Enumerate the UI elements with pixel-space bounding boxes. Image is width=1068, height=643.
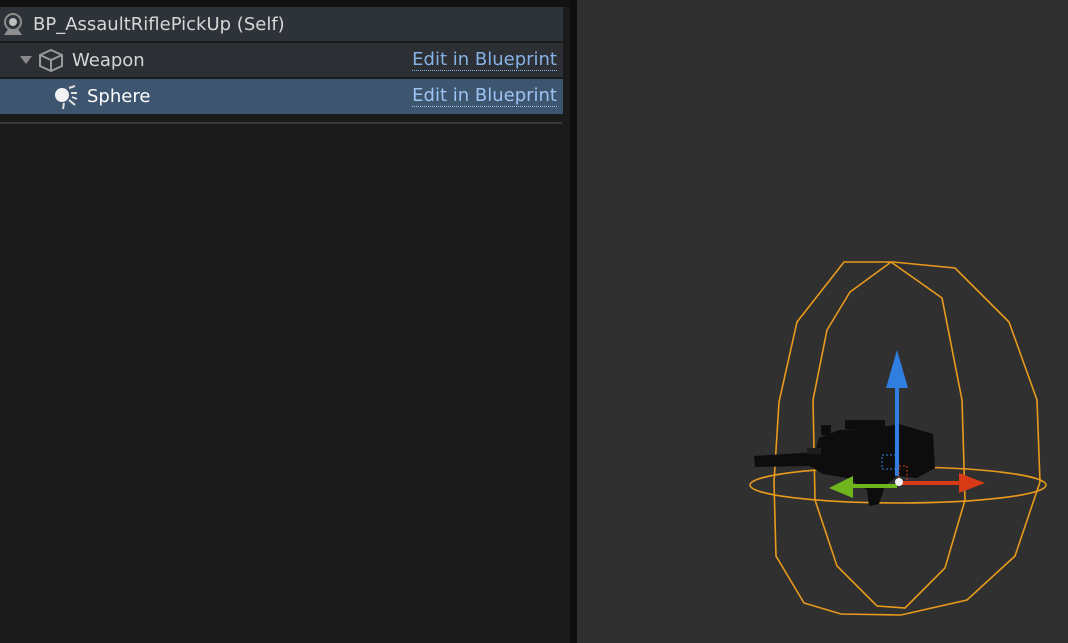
weapon-item-label: Weapon	[72, 49, 145, 71]
self-item-label: BP_AssaultRiflePickUp (Self)	[33, 13, 285, 35]
components-panel: BP_AssaultRiflePickUp (Self) Weapon Edit…	[0, 0, 570, 643]
viewport[interactable]	[577, 0, 1068, 643]
static-mesh-cube-icon	[38, 47, 64, 73]
tree-item-weapon[interactable]: Weapon Edit in Blueprint	[0, 43, 563, 77]
editor-window: BP_AssaultRiflePickUp (Self) Weapon Edit…	[0, 0, 1068, 643]
tree-item-sphere[interactable]: Sphere Edit in Blueprint	[0, 79, 563, 114]
sphere-collision-icon	[52, 84, 78, 110]
panel-top-strip	[0, 0, 570, 7]
actor-icon	[0, 11, 26, 37]
tree-separator	[0, 122, 562, 124]
tree-item-self[interactable]: BP_AssaultRiflePickUp (Self)	[0, 7, 563, 41]
viewport-scene	[749, 261, 1047, 616]
sphere-item-label: Sphere	[87, 86, 151, 107]
weapon-edit-in-blueprint-link[interactable]: Edit in Blueprint	[412, 49, 557, 71]
panel-splitter[interactable]	[570, 0, 577, 643]
expand-arrow-icon[interactable]	[18, 52, 34, 68]
sphere-edit-in-blueprint-link[interactable]: Edit in Blueprint	[412, 86, 557, 107]
